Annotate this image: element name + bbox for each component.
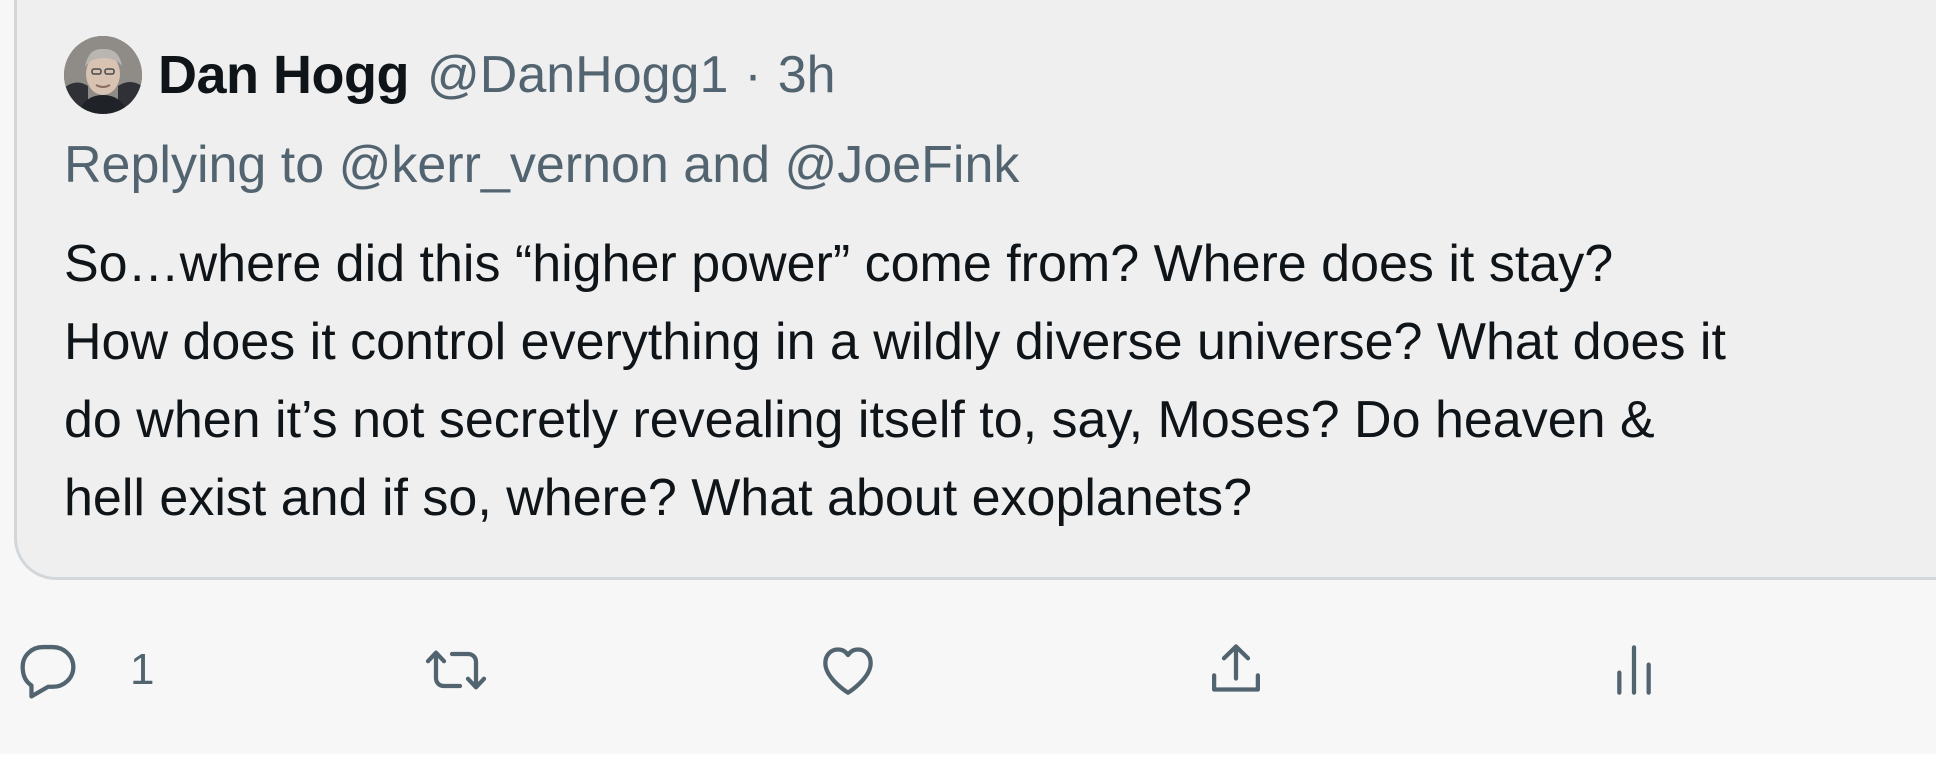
heart-icon [823,647,873,695]
share-button[interactable] [1204,638,1268,702]
tweet-text-line: do when it’s not secretly revealing itse… [64,391,1655,449]
tweet-view: Dan Hogg @DanHogg1 · 3h Replying to @ker… [0,0,1936,754]
analytics-icon [1617,645,1651,695]
retweet-icon [425,650,487,690]
reply-button[interactable]: 1 [16,638,154,702]
analytics-button[interactable] [1602,638,1666,702]
author-name[interactable]: Dan Hogg [158,44,409,106]
author-handle[interactable]: @DanHogg1 [427,45,728,105]
reply-count: 1 [130,645,155,694]
replying-to: Replying to @kerr_vernon and @JoeFink [64,136,1020,194]
like-button[interactable] [816,638,880,702]
avatar[interactable] [64,36,142,114]
tweet-text-line: How does it control everything in a wild… [64,313,1726,371]
share-icon [1212,644,1260,692]
tweet-text-line: So…where did this “higher power” come fr… [64,235,1614,293]
tweet-timestamp[interactable]: 3h [778,45,836,105]
avatar-image [64,36,142,114]
tweet-text-line: hell exist and if so, where? What about … [64,469,1253,527]
reply-icon [20,644,76,699]
tweet-text: So…where did this “higher power” come fr… [64,225,1936,537]
header-separator: · [744,46,762,104]
retweet-button[interactable] [424,638,488,702]
tweet-header: Dan Hogg @DanHogg1 · 3h [158,40,836,110]
